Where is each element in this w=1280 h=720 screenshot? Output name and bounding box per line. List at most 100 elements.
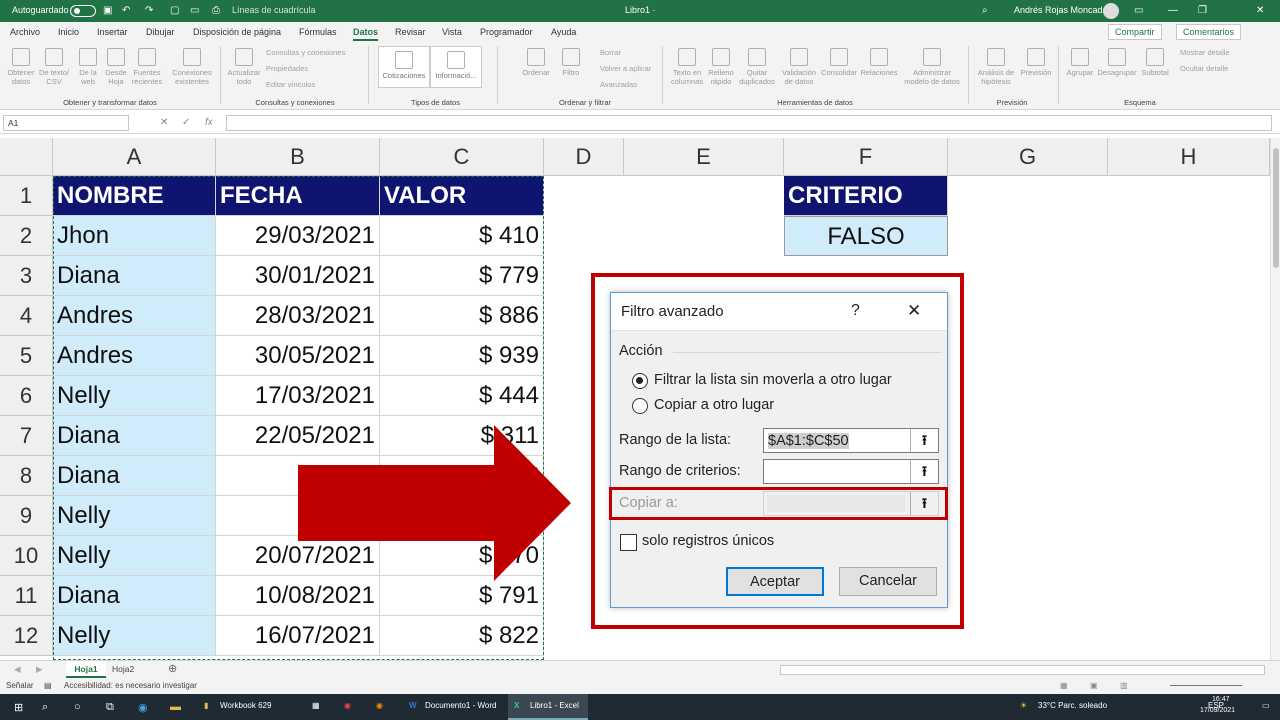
zoom-slider[interactable] [1170, 685, 1242, 686]
cell-valor[interactable]: $ 886 [380, 296, 544, 336]
conexiones-existentes-button[interactable]: Conexiones existentes [168, 48, 216, 86]
cell-nombre[interactable]: Diana [53, 576, 216, 616]
avatar[interactable] [1103, 3, 1119, 19]
borrar-button[interactable]: Borrar [600, 48, 621, 57]
filter-in-place-radio[interactable] [632, 373, 648, 389]
editar-vinculos-button[interactable]: Editar vínculos [266, 80, 315, 89]
unique-records-label[interactable]: solo registros únicos [642, 533, 774, 549]
ordenar-button[interactable]: Ordenar [518, 48, 554, 77]
sheet-tab-hoja1[interactable]: Hoja1 [66, 661, 106, 678]
open-icon[interactable]: ▭ [190, 5, 199, 16]
collapse-dialog-icon[interactable]: ⭱ [910, 460, 938, 483]
accessibility-status[interactable]: Accesibilidad: es necesario investigar [64, 681, 197, 690]
redo-icon[interactable]: ↷ [145, 5, 153, 16]
criterio-header[interactable]: CRITERIO [784, 176, 948, 216]
filtro-button[interactable]: Filtro [556, 48, 586, 77]
cell-fecha[interactable]: 17/03/2021 [216, 376, 380, 416]
row-header[interactable]: 5 [0, 336, 53, 376]
menu-disposicion[interactable]: Disposición de página [193, 27, 281, 37]
header-cell-fecha[interactable]: FECHA [216, 176, 380, 216]
cortana-icon[interactable]: ○ [74, 701, 81, 713]
row-header[interactable]: 11 [0, 576, 53, 616]
copy-to-label[interactable]: Copiar a otro lugar [654, 397, 774, 413]
row-header[interactable]: 10 [0, 536, 53, 576]
row-header[interactable]: 8 [0, 456, 53, 496]
sheet-tab-hoja2[interactable]: Hoja2 [112, 664, 134, 674]
cell-fecha[interactable]: 28/03/2021 [216, 296, 380, 336]
ribbon-options-icon[interactable]: ▭ [1134, 5, 1143, 16]
row-header[interactable]: 4 [0, 296, 53, 336]
mostrar-detalle-button[interactable]: Mostrar detalle [1180, 48, 1230, 57]
minimize-icon[interactable]: — [1168, 5, 1178, 16]
menu-insertar[interactable]: Insertar [97, 27, 128, 37]
desde-hoja-button[interactable]: Desde Hoja [102, 48, 130, 86]
view-normal-icon[interactable]: ▦ [1060, 681, 1068, 690]
ocultar-detalle-button[interactable]: Ocultar detalle [1180, 64, 1228, 73]
copy-to-radio[interactable] [632, 398, 648, 414]
cell-nombre[interactable]: Diana [53, 416, 216, 456]
menu-programador[interactable]: Programador [480, 27, 533, 37]
web-button[interactable]: De la web [74, 48, 102, 86]
dialog-close-icon[interactable]: ✕ [907, 301, 921, 321]
volver-aplicar-button[interactable]: Volver a aplicar [600, 64, 651, 73]
function-icon[interactable]: fx [205, 117, 213, 128]
texto-columnas-button[interactable]: Texto en columnas [668, 48, 706, 86]
row-header[interactable]: 7 [0, 416, 53, 456]
view-layout-icon[interactable]: ▣ [1090, 681, 1098, 690]
calculator-icon[interactable]: ▦ [312, 701, 320, 710]
desagrupar-button[interactable]: Desagrupar [1096, 48, 1138, 77]
new-icon[interactable]: ▢ [170, 5, 179, 16]
taskbar-app-word[interactable]: Documento1 - Word [425, 701, 496, 710]
col-header-b[interactable]: B [216, 138, 380, 176]
prev-sheet-icon[interactable]: ◀ [14, 664, 21, 675]
firefox-icon[interactable]: ◉ [376, 701, 383, 710]
agrupar-button[interactable]: Agrupar [1062, 48, 1098, 77]
filter-in-place-label[interactable]: Filtrar la lista sin moverla a otro luga… [654, 372, 892, 388]
menu-dibujar[interactable]: Dibujar [146, 27, 175, 37]
print-icon[interactable]: ⎙ [212, 5, 220, 16]
cell-valor[interactable]: $ 822 [380, 616, 544, 656]
cancel-button[interactable]: Cancelar [839, 567, 937, 596]
relaciones-button[interactable]: Relaciones [858, 48, 900, 77]
cell-fecha[interactable]: 30/05/2021 [216, 336, 380, 376]
close-icon[interactable]: ✕ [1256, 5, 1264, 16]
cell-nombre[interactable]: Nelly [53, 616, 216, 656]
cell-nombre[interactable]: Diana [53, 456, 216, 496]
menu-vista[interactable]: Vista [442, 27, 462, 37]
cell-fecha[interactable]: 30/01/2021 [216, 256, 380, 296]
col-header-f[interactable]: F [784, 138, 948, 176]
share-button[interactable]: Compartir [1108, 24, 1162, 40]
explorer-icon[interactable]: ▬ [170, 701, 181, 713]
windows-start-icon[interactable]: ⊞ [14, 701, 23, 714]
search-icon[interactable]: ⌕ [42, 701, 48, 714]
cell-valor[interactable]: $ 939 [380, 336, 544, 376]
prevision-button[interactable]: Previsión [1018, 48, 1054, 77]
ok-button[interactable]: Aceptar [726, 567, 824, 596]
analisis-hipotesis-button[interactable]: Análisis de hipótesis [974, 48, 1018, 86]
select-all-corner[interactable] [0, 138, 53, 176]
cancel-icon[interactable]: ✕ [160, 117, 168, 128]
consultas-button[interactable]: Consultas y conexiones [266, 48, 345, 57]
name-box[interactable]: A1 [3, 115, 129, 131]
fuentes-recientes-button[interactable]: Fuentes recientes [130, 48, 164, 86]
menu-datos[interactable]: Datos [353, 27, 379, 41]
col-header-e[interactable]: E [624, 138, 784, 176]
menu-inicio[interactable]: Inicio [58, 27, 79, 37]
actualizar-button[interactable]: Actualizar todo [224, 48, 264, 86]
cotizaciones-button[interactable]: Cotizaciones [378, 46, 430, 88]
row-header[interactable]: 12 [0, 616, 53, 656]
cell-nombre[interactable]: Andres [53, 336, 216, 376]
row-header[interactable]: 1 [0, 176, 53, 216]
gridlines-check[interactable]: Líneas de cuadrícula [232, 5, 316, 15]
col-header-c[interactable]: C [380, 138, 544, 176]
cell-nombre[interactable]: Diana [53, 256, 216, 296]
autosave-toggle[interactable] [70, 5, 96, 17]
col-header-d[interactable]: D [544, 138, 624, 176]
row-header[interactable]: 2 [0, 216, 53, 256]
header-cell-nombre[interactable]: NOMBRE [53, 176, 216, 216]
view-break-icon[interactable]: ▥ [1120, 681, 1128, 690]
taskbar-app-excel[interactable]: Libro1 - Excel [530, 701, 579, 710]
edge-icon[interactable]: ◉ [138, 701, 148, 714]
informacion-button[interactable]: Informació... [430, 46, 482, 88]
menu-formulas[interactable]: Fórmulas [299, 27, 337, 37]
